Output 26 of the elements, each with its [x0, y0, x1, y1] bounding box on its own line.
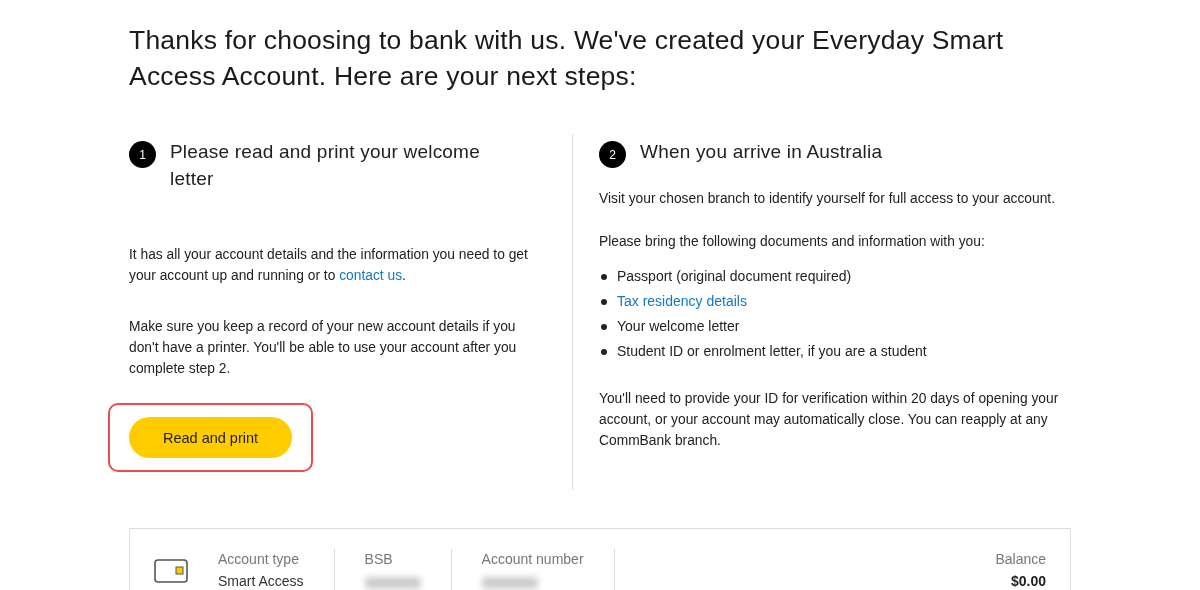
- field-label: Account number: [481, 551, 584, 567]
- link[interactable]: Tax residency details: [617, 289, 747, 314]
- field-value: Smart Access: [218, 573, 304, 589]
- bullet-icon: [601, 323, 607, 330]
- list-item: Passport (original document required): [617, 267, 852, 286]
- card-icon: [154, 559, 188, 583]
- paragraph: You'll need to provide your ID for verification within 20 days of opening your account, or your account may automatically close. You can reapply at any CommBank branch.: [599, 390, 1060, 450]
- read-and-print-button[interactable]: Read and print: [129, 417, 292, 458]
- bullet-icon: [601, 298, 607, 305]
- paragraph: Visit your chosen branch to identify yourself for full access to your account.: [599, 190, 1057, 208]
- paragraph: Make sure you keep a record of your new account details if you don't have a printer. You'll be able to use your account after you complete step 2.: [129, 318, 518, 378]
- bullet-icon: [601, 273, 607, 280]
- step-number: 2: [599, 141, 626, 168]
- bullet-icon: [601, 348, 607, 355]
- step-number: 1: [129, 141, 156, 168]
- list-item: Student ID or enrolment letter, if you are a student: [617, 342, 927, 361]
- list-item: Your welcome letter: [617, 317, 740, 336]
- step-title: When you arrive in Australia: [640, 140, 883, 164]
- page-heading: Thanks for choosing to bank with us. We've created your Everyday Smart Access Account. Here are your next steps:: [129, 24, 1005, 93]
- balance-value: $0.00: [1010, 573, 1046, 589]
- paragraph: Please bring the following documents and information with you:: [599, 233, 986, 251]
- field-label: Account type: [218, 551, 300, 567]
- paragraph: It has all your account details and the information you need to get your account up and running or to contact us.: [129, 246, 529, 285]
- field-label: BSB: [364, 551, 394, 567]
- step-title: Please read and print your welcome letter: [170, 140, 481, 191]
- balance-label: Balance: [995, 551, 1046, 567]
